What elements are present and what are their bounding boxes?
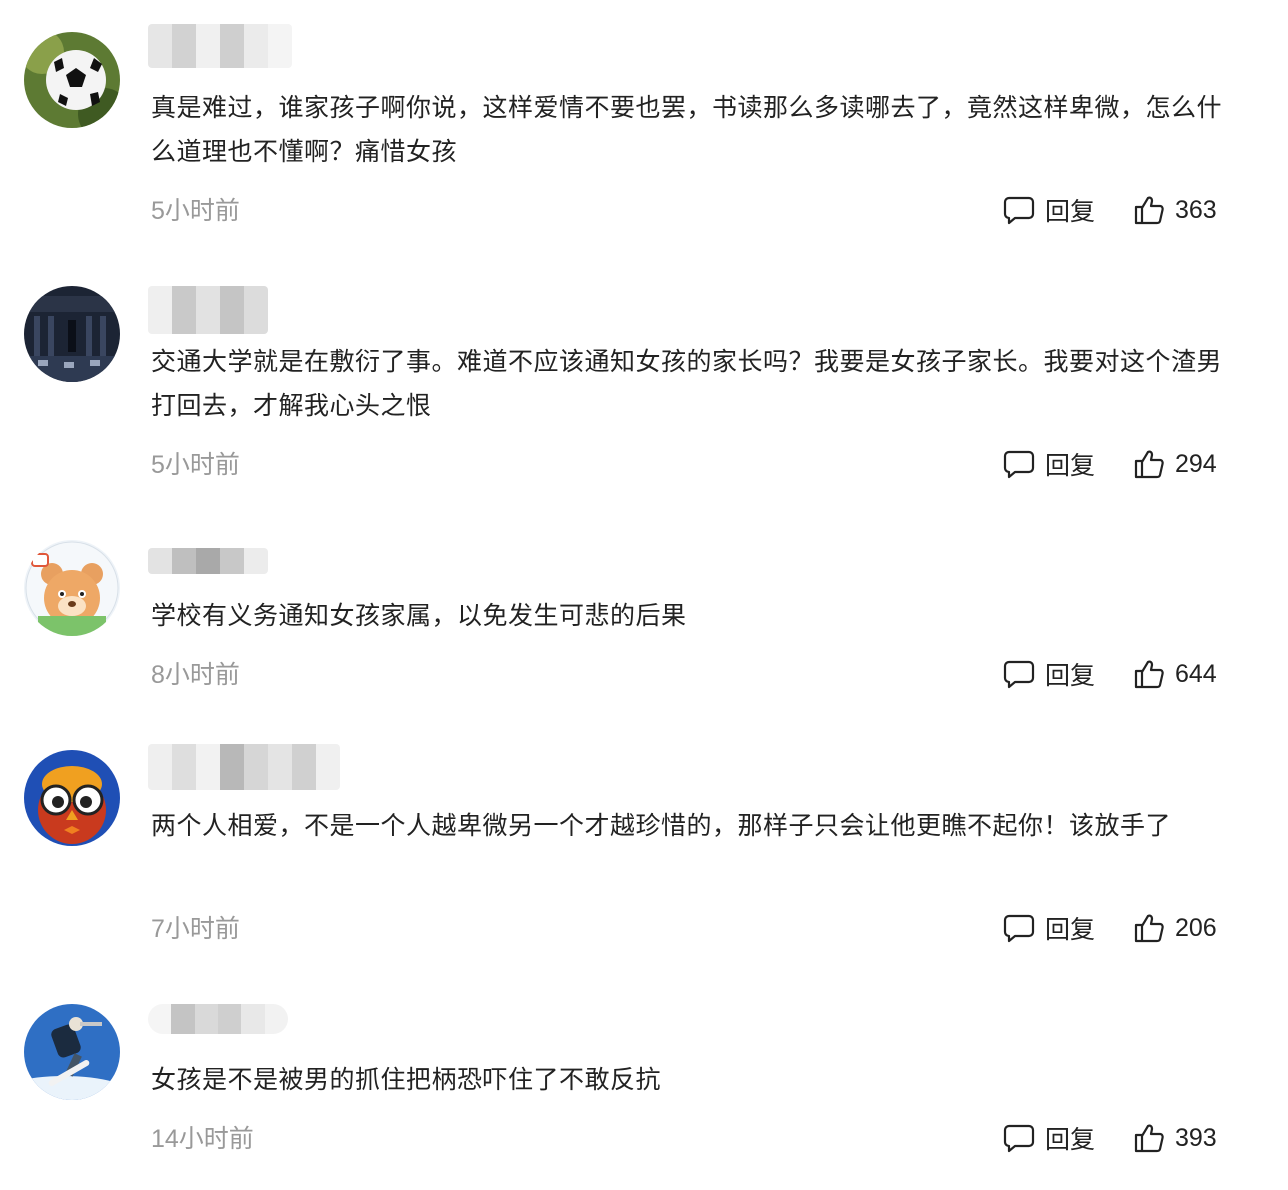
snowboarder-avatar-icon (24, 1004, 120, 1100)
comment-time: 14小时前 (151, 1125, 254, 1153)
user-avatar[interactable] (24, 1004, 120, 1100)
reply-button[interactable]: 回复 (1003, 1121, 1095, 1155)
like-button[interactable]: 393 (1133, 1121, 1217, 1155)
username-blurred[interactable] (148, 1004, 288, 1034)
like-count: 393 (1175, 1123, 1217, 1152)
comment-item: 女孩是不是被男的抓住把柄恐吓住了不敢反抗 14小时前 回复 393 (0, 0, 1288, 1190)
comment-text: 女孩是不是被男的抓住把柄恐吓住了不敢反抗 (151, 1065, 662, 1094)
reply-label: 回复 (1045, 1125, 1096, 1154)
comment-bubble-icon (1003, 1124, 1035, 1153)
thumbs-up-icon (1134, 1124, 1164, 1153)
